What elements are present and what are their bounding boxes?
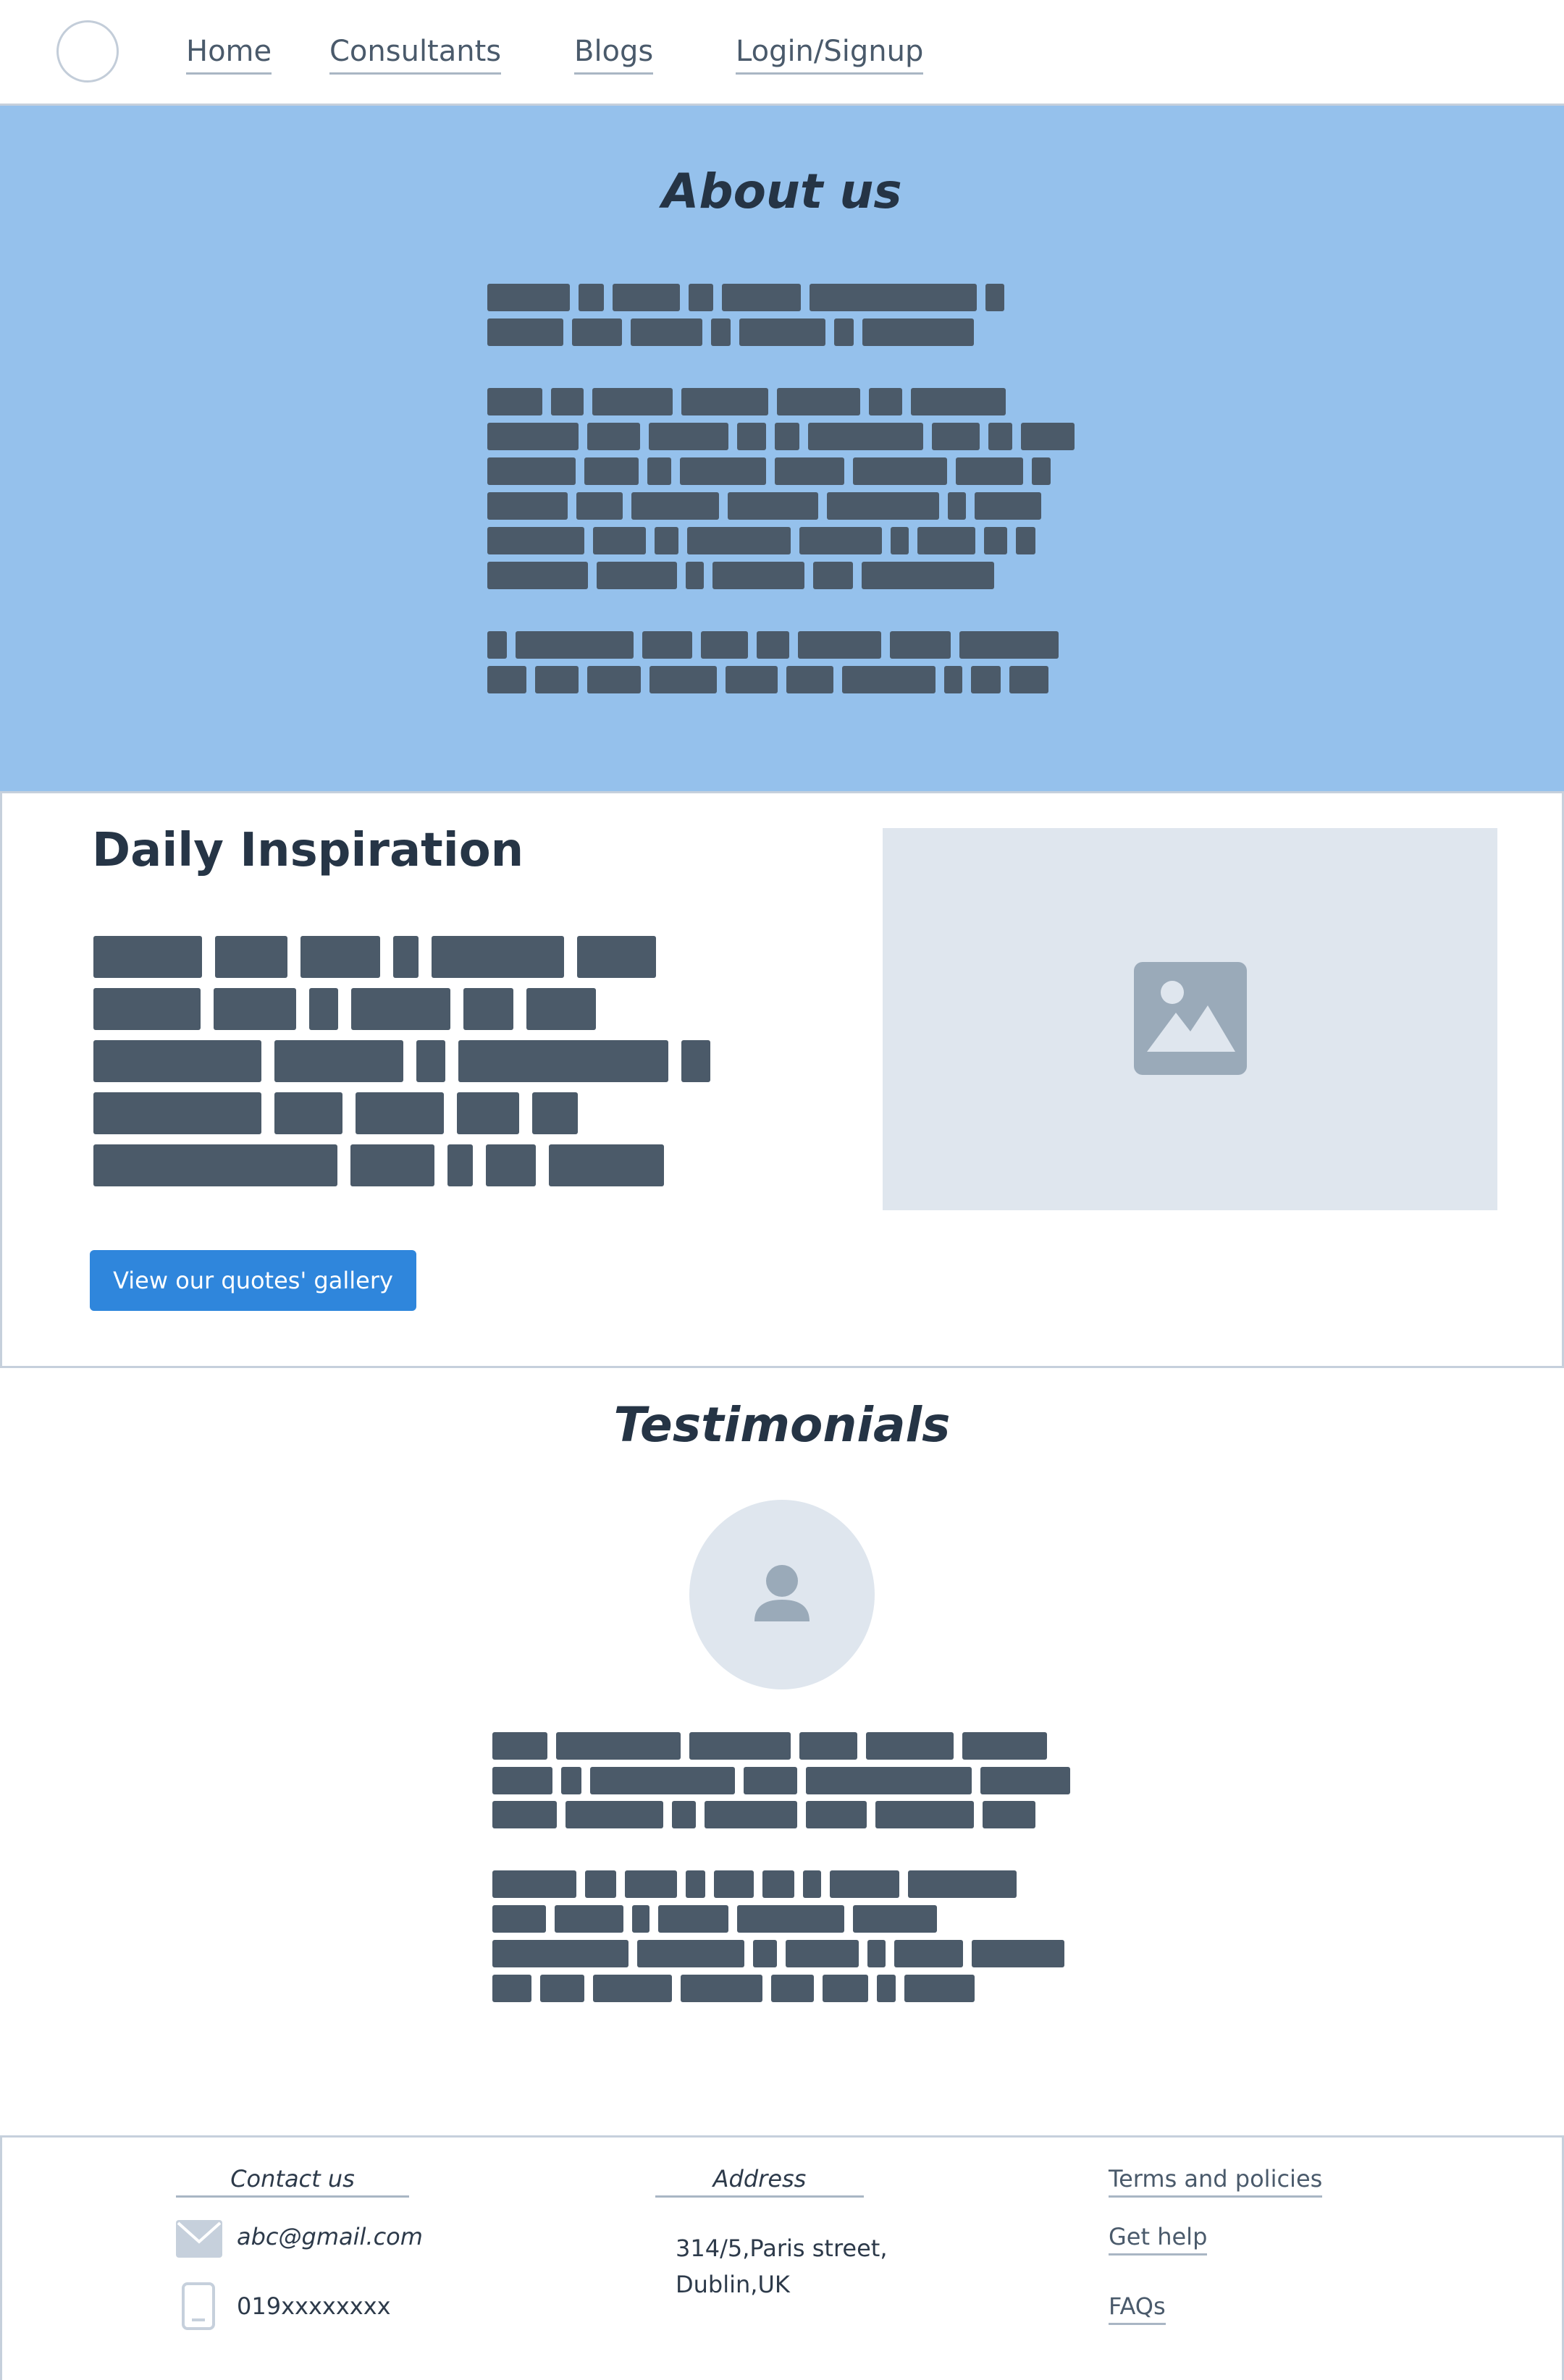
contact-email[interactable]: abc@gmail.com [237,2220,423,2253]
contact-heading: Contact us [176,2162,409,2198]
get-help-link[interactable]: Get help [1109,2220,1208,2255]
about-title: About us [662,164,902,219]
phone-icon [182,2282,215,2333]
nav-link-consultants[interactable]: Consultants [329,30,502,75]
footer: Contact us abc@gmail.com 019xxxxxxxx Add… [0,2135,1564,2380]
daily-inspiration-section: Daily Inspiration View our quotes' galle… [0,793,1564,1368]
address-line-1: 314/5,Paris street, [676,2235,888,2262]
inspiration-title: Daily Inspiration [92,824,524,877]
terms-and-policies-link[interactable]: Terms and policies [1109,2162,1323,2198]
inspiration-image-placeholder [883,828,1497,1210]
contact-phone: 019xxxxxxxx [237,2292,391,2320]
view-quotes-gallery-button[interactable]: View our quotes' gallery [90,1250,416,1311]
address-heading: Address [655,2162,864,2198]
testimonials-title: Testimonials [613,1397,951,1453]
mail-icon [176,2220,222,2261]
nav-link-blogs[interactable]: Blogs [574,30,654,75]
address-line-2: Dublin,UK [676,2271,790,2298]
top-navigation: Home Consultants Blogs Login/Signup [0,0,1564,106]
contact-column: Contact us [176,2162,409,2198]
about-section: About us [0,106,1564,793]
user-avatar-icon [689,1500,875,1689]
faqs-link[interactable]: FAQs [1109,2290,1166,2325]
address-column: Address [655,2162,864,2198]
nav-link-login-signup[interactable]: Login/Signup [736,30,924,75]
image-placeholder-icon [1134,962,1247,1075]
nav-link-home[interactable]: Home [186,30,272,75]
logo-circle[interactable] [56,20,119,83]
